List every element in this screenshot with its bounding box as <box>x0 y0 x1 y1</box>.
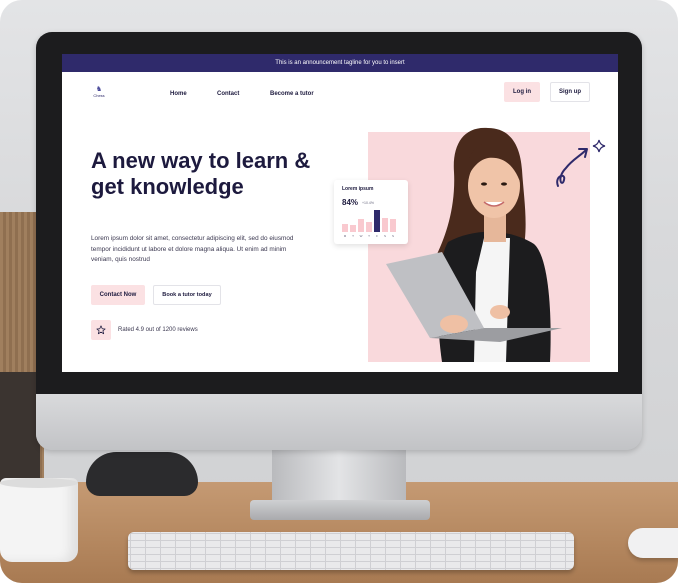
stat-value: 84% <box>342 198 359 207</box>
nav-contact-link[interactable]: Contact <box>217 91 239 97</box>
announcement-bar: This is an announcement tagline for you … <box>62 54 618 72</box>
nav-home-link[interactable]: Home <box>170 91 187 97</box>
nav-become-tutor-link[interactable]: Become a tutor <box>270 91 314 97</box>
stat-bar <box>358 219 364 232</box>
day-label: T <box>352 234 354 238</box>
site-logo[interactable]: ♞ Chess <box>91 86 107 102</box>
headphones <box>86 452 198 496</box>
keyboard <box>128 532 574 570</box>
dark-shelf <box>0 372 40 482</box>
hero-headline: A new way to learn & get knowledge <box>91 148 321 200</box>
login-button[interactable]: Log in <box>504 82 540 102</box>
day-label: S <box>383 234 386 238</box>
day-label: M <box>343 234 347 238</box>
website-screen: This is an announcement tagline for you … <box>62 54 618 372</box>
stat-day-labels: M T W T F S S <box>342 234 402 238</box>
stat-delta: +10.4% <box>362 201 374 205</box>
logo-text: Chess <box>93 93 105 98</box>
monitor-chin <box>36 394 642 450</box>
mouse <box>628 528 678 558</box>
monitor-stand <box>272 448 406 508</box>
stat-title: Lorem ipsum <box>342 186 374 192</box>
headline-line-1: A new way to learn & <box>91 148 311 173</box>
stat-bar <box>366 222 372 232</box>
stat-bar-chart <box>342 210 402 232</box>
monitor-stand-base <box>250 500 430 520</box>
book-tutor-button[interactable]: Book a tutor today <box>153 285 221 305</box>
rating-text: Rated 4.9 out of 1200 reviews <box>118 327 198 333</box>
coffee-mug <box>0 478 78 562</box>
star-icon <box>91 320 111 340</box>
stat-bar <box>350 225 356 232</box>
day-label: T <box>368 234 370 238</box>
chess-logo-icon: ♞ <box>95 86 103 93</box>
day-label: F <box>376 234 378 238</box>
contact-now-button[interactable]: Contact Now <box>91 285 145 305</box>
day-label: W <box>359 234 363 238</box>
signup-button[interactable]: Sign up <box>550 82 590 102</box>
hero-body-text: Lorem ipsum dolor sit amet, consectetur … <box>91 235 294 263</box>
stat-bar <box>342 224 348 232</box>
announcement-text: This is an announcement tagline for you … <box>275 60 405 66</box>
day-label: S <box>391 234 394 238</box>
stat-bar <box>390 219 396 232</box>
stats-card: Lorem ipsum 84% +10.4% M T W T F S S <box>334 180 408 244</box>
headline-line-2: get knowledge <box>91 174 244 199</box>
stat-bar <box>374 210 380 232</box>
stat-bar <box>382 218 388 232</box>
desk-scene: This is an announcement tagline for you … <box>0 0 678 583</box>
sparkle-icon <box>592 139 606 153</box>
